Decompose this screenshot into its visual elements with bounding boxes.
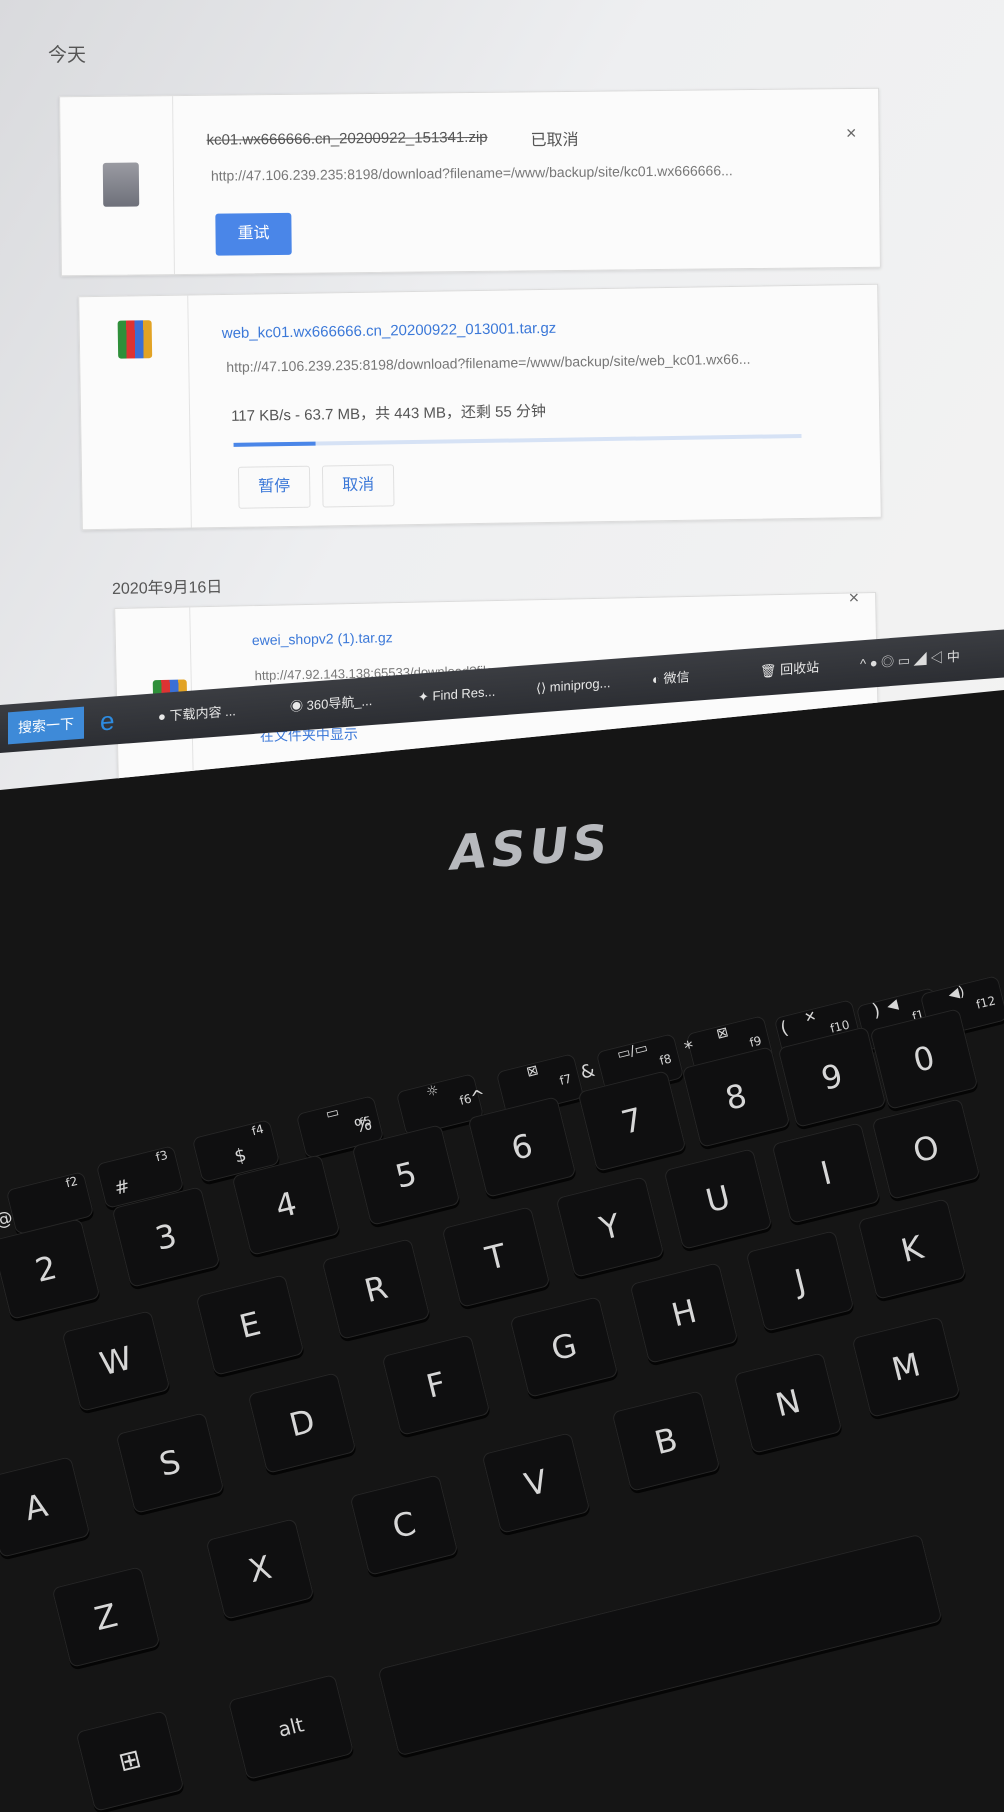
system-tray[interactable]: ^ ● ◎ ▭ ◢ ◁ 中 xyxy=(860,641,960,681)
key-u: U xyxy=(663,1148,773,1250)
download-url: http://47.106.239.235:8198/download?file… xyxy=(210,162,733,184)
key-r: R xyxy=(321,1238,431,1340)
key-d: D xyxy=(247,1372,357,1474)
key-m: M xyxy=(851,1316,961,1418)
close-icon[interactable]: × xyxy=(846,123,857,144)
cancel-button[interactable]: 取消 xyxy=(321,464,395,508)
download-progress-text: 117 KB/s - 63.7 MB，共 443 MB，还剩 55 分钟 xyxy=(230,402,547,425)
key-a: A xyxy=(0,1456,91,1558)
key-f: F xyxy=(381,1334,491,1436)
key-h: H xyxy=(629,1262,739,1364)
key-s: S xyxy=(115,1412,225,1514)
key-k: K xyxy=(857,1198,967,1300)
ime-indicator: 中 xyxy=(946,648,960,665)
download-url: http://47.106.239.235:8198/download?file… xyxy=(226,350,751,375)
download-status: 已取消 xyxy=(530,131,579,150)
date-label: 2020年9月16日 xyxy=(111,579,223,598)
download-card-cancelled: kc01.wx666666.cn_20200922_151341.zip 已取消… xyxy=(59,87,881,277)
key-i: I xyxy=(771,1122,881,1224)
archive-file-icon xyxy=(117,320,153,359)
taskbar-item-label: 微信 xyxy=(663,669,690,687)
key-x: X xyxy=(205,1518,315,1620)
key-y: Y xyxy=(555,1176,665,1278)
taskbar-item-label: 下载内容 ... xyxy=(169,703,236,724)
download-filename[interactable]: kc01.wx666666.cn_20200922_151341.zip xyxy=(206,129,487,149)
taskbar-item-label: 回收站 xyxy=(780,659,820,678)
key-v: V xyxy=(481,1432,591,1534)
taskbar-item-label: miniprog... xyxy=(549,675,611,695)
download-progress-bar xyxy=(233,433,802,447)
key-j: J xyxy=(745,1230,855,1332)
taskbar-item-miniprog[interactable]: ⟨⟩ miniprog... xyxy=(536,667,610,705)
key-o: O xyxy=(871,1098,981,1200)
file-type-icon xyxy=(102,162,140,207)
taskbar-item-wechat[interactable]: ◐ 微信 xyxy=(652,661,689,696)
taskbar-item-find[interactable]: ✦ Find Res... xyxy=(418,676,495,714)
taskbar-item-downloads[interactable]: ● 下载内容 ... xyxy=(158,695,236,733)
windows-key-icon: ⊞ xyxy=(75,1710,185,1812)
key-e: E xyxy=(195,1274,305,1376)
taskbar-item-label: Find Res... xyxy=(432,683,496,704)
key-6: ^ 6 xyxy=(467,1086,577,1198)
key-t: T xyxy=(441,1206,551,1308)
key-7: & 7 xyxy=(577,1060,687,1172)
retry-button[interactable]: 重试 xyxy=(215,212,292,256)
key-c: C xyxy=(349,1474,459,1576)
download-filename[interactable]: ewei_shopv2 (1).tar.gz xyxy=(252,629,393,648)
pause-button[interactable]: 暂停 xyxy=(237,465,311,509)
download-filename[interactable]: web_kc01.wx666666.cn_20200922_013001.tar… xyxy=(222,320,557,342)
close-icon[interactable]: × xyxy=(848,587,859,608)
taskbar-item-recycle-bin[interactable]: 🗑 回收站 xyxy=(760,651,819,687)
laptop-keyboard: f2 f3 f4 ▭ f5 ☼ f6 ⊠ f7 ▭/▭ f8 ⊠ f9 ✕ f10 ◀ f11… xyxy=(0,975,1004,1812)
card-icon-column xyxy=(60,96,175,276)
key-b: B xyxy=(611,1390,721,1492)
key-g: G xyxy=(509,1296,619,1398)
key-alt: alt xyxy=(227,1673,355,1781)
key-w: W xyxy=(61,1310,171,1412)
today-label: 今天 xyxy=(48,45,87,66)
key-z: Z xyxy=(51,1566,161,1668)
key-space xyxy=(377,1533,943,1757)
taskbar-item-label: 360导航_... xyxy=(306,692,373,713)
asus-logo: ASUS xyxy=(448,814,614,882)
download-card-active: web_kc01.wx666666.cn_20200922_013001.tar… xyxy=(78,283,882,531)
card-icon-column xyxy=(79,295,192,530)
download-progress-fill xyxy=(233,441,316,447)
key-n: N xyxy=(733,1352,843,1454)
taskbar-item-360[interactable]: ◉ 360导航_... xyxy=(290,685,372,723)
ie-icon[interactable]: e xyxy=(100,702,140,737)
key-2: @2 xyxy=(0,1207,101,1320)
search-button[interactable]: 搜索一下 xyxy=(8,706,84,745)
